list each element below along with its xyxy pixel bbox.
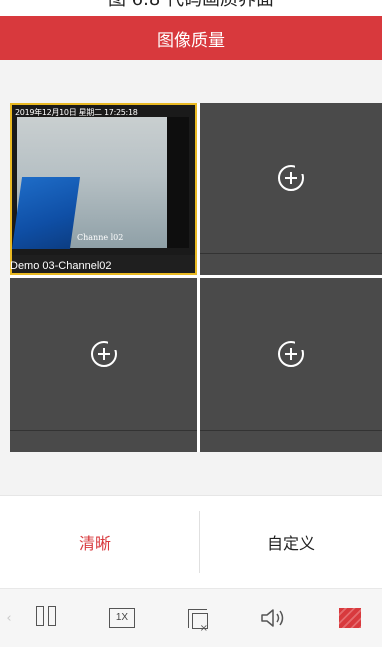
video-cell-label: Demo 03-Channel02 [10,260,112,272]
volume-icon [261,609,284,627]
cell-divider [200,253,382,254]
cell-divider [200,430,382,431]
image-quality-button[interactable] [336,589,364,647]
image-quality-icon [339,608,361,628]
video-cell-4[interactable] [200,278,382,452]
osd-timestamp: 2019年12月10日 星期二 17:25:18 [15,108,138,117]
channel-overlay: Channe l02 [77,233,124,242]
quality-option-clear[interactable]: 清晰 [0,496,190,588]
figure-caption: 图 6.8 代码画质界面 [0,0,382,16]
pause-button[interactable] [34,589,58,647]
header-title-bar: 图像质量 [0,16,382,60]
close-window-button[interactable]: × [184,589,210,647]
pause-icon [34,606,58,630]
volume-button[interactable] [256,589,290,647]
cell-divider [10,430,197,431]
add-icon[interactable] [278,340,305,367]
figure-caption-text: 图 6.8 代码画质界面 [108,0,274,10]
chevron-left-icon[interactable]: ‹ [4,589,14,647]
close-x-icon: × [199,623,208,634]
playback-toolbar: ‹ 1X × [0,588,382,647]
video-grid: Channe l02 2019年12月10日 星期二 17:25:18 Demo… [10,103,382,452]
video-cell-3[interactable] [10,278,197,452]
page-title: 图像质量 [157,30,225,51]
video-cell-2[interactable] [200,103,382,275]
add-icon[interactable] [278,164,305,191]
video-cell-1[interactable]: Channe l02 2019年12月10日 星期二 17:25:18 Demo… [10,103,197,275]
add-icon[interactable] [90,340,118,367]
video-object [11,177,81,249]
video-scene: Channe l02 [11,117,189,249]
speed-button[interactable]: 1X [108,589,136,647]
quality-options: 清晰 自定义 [0,495,382,588]
video-dark-edge [167,117,189,248]
speed-icon: 1X [109,608,135,628]
video-feed: Channe l02 2019年12月10日 星期二 17:25:18 [11,105,195,255]
quality-option-custom[interactable]: 自定义 [200,496,382,588]
